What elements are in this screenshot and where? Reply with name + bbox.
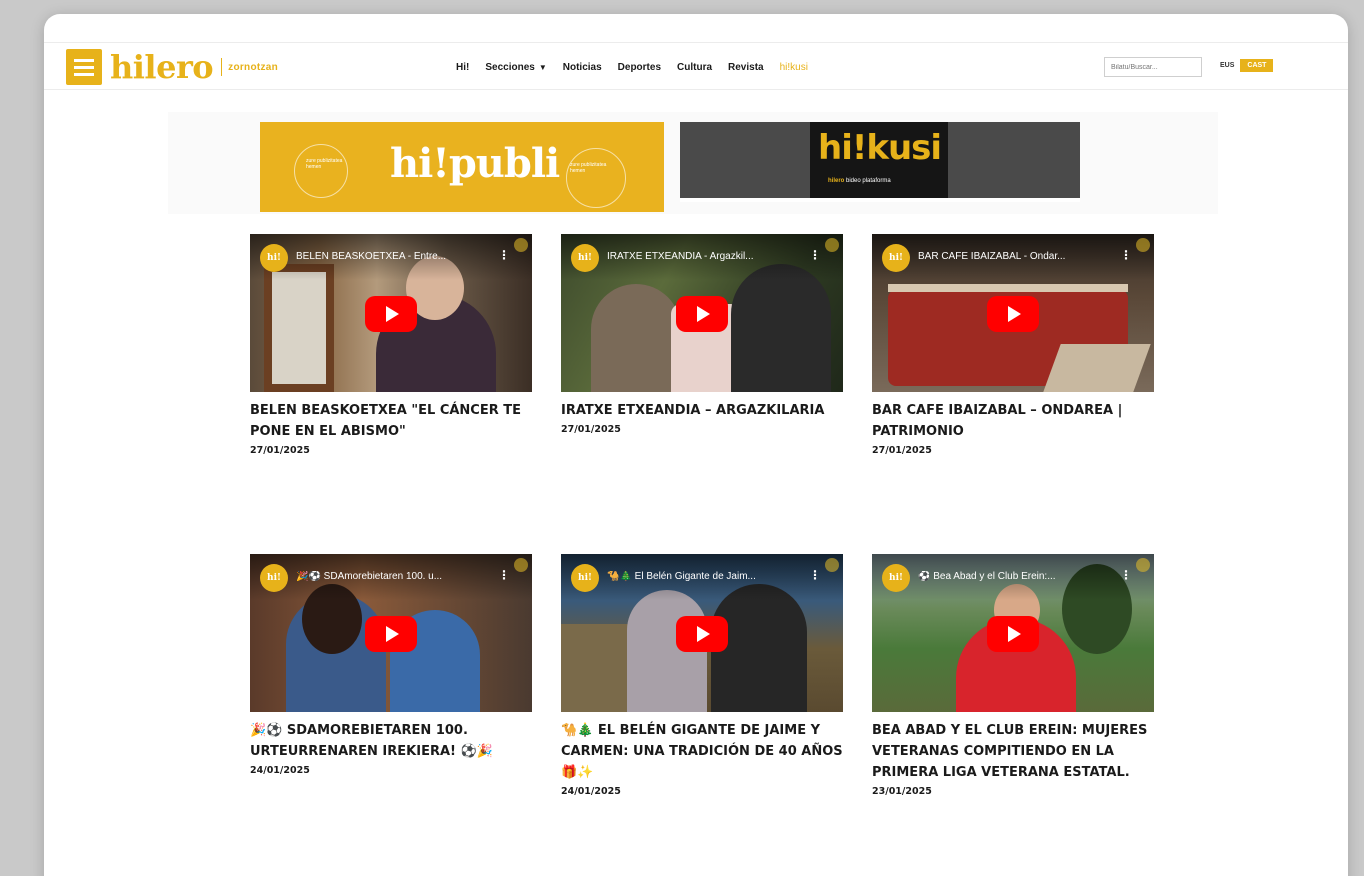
watermark-icon: [514, 558, 528, 572]
video-card: hi! BELEN BEASKOETXEA - Entre... ⋮ BELEN…: [250, 234, 532, 456]
play-button[interactable]: [676, 296, 728, 332]
video-title[interactable]: IRATXE ETXEANDIA - Argazkil...: [607, 251, 797, 262]
hipubli-banner[interactable]: zure publizitatea hemen hi!publi zure pu…: [260, 122, 664, 212]
hikusi-logo-box: hi!kusi hilero bideo plataforma: [810, 122, 948, 202]
video-title[interactable]: BAR CAFE IBAIZABAL - Ondar...: [918, 251, 1108, 262]
video-title[interactable]: BELEN BEASKOETXEA - Entre...: [296, 251, 486, 262]
card-date: 27/01/2025: [561, 424, 621, 435]
window-shape: [264, 264, 334, 392]
logo-subtitle: zornotzan: [228, 61, 279, 73]
card-title[interactable]: IRATXE ETXEANDIA – ARGAZKILARIA: [561, 400, 843, 421]
video-thumbnail[interactable]: hi! BELEN BEASKOETXEA - Entre... ⋮: [250, 234, 532, 392]
caret-down-icon: ▼: [538, 62, 547, 72]
more-options-icon[interactable]: ⋮: [498, 248, 510, 262]
video-thumbnail[interactable]: hi! 🐪🎄 El Belén Gigante de Jaim... ⋮: [561, 554, 843, 712]
card-title[interactable]: 🐪🎄 EL BELÉN GIGANTE DE JAIME Y CARMEN: U…: [561, 720, 843, 783]
browser-frame: hilero zornotzan Hi! Secciones ▼ Noticia…: [44, 14, 1348, 876]
play-button[interactable]: [365, 616, 417, 652]
video-thumbnail[interactable]: hi! ⚽ Bea Abad y el Club Erein:... ⋮: [872, 554, 1154, 712]
watermark-icon: [825, 238, 839, 252]
card-date: 27/01/2025: [872, 445, 932, 456]
site-logo[interactable]: hilero zornotzan: [66, 49, 278, 85]
video-card: hi! 🎉⚽ SDAmorebietaren 100. u... ⋮ 🎉⚽ SD…: [250, 554, 532, 776]
watermark-icon: [1136, 238, 1150, 252]
video-card: hi! 🐪🎄 El Belén Gigante de Jaim... ⋮ 🐪🎄 …: [561, 554, 843, 797]
menu-icon[interactable]: [66, 49, 102, 85]
channel-avatar[interactable]: hi!: [882, 564, 910, 592]
hikusi-banner[interactable]: hi!kusi hilero bideo plataforma: [680, 122, 1080, 202]
more-options-icon[interactable]: ⋮: [1120, 248, 1132, 262]
channel-avatar[interactable]: hi!: [260, 244, 288, 272]
card-date: 27/01/2025: [250, 445, 310, 456]
card-title[interactable]: BELEN BEASKOETXEA "EL CÁNCER TE PONE EN …: [250, 400, 532, 442]
nav-item-secciones[interactable]: Secciones ▼: [485, 62, 546, 73]
play-button[interactable]: [676, 616, 728, 652]
video-thumbnail[interactable]: hi! 🎉⚽ SDAmorebietaren 100. u... ⋮: [250, 554, 532, 712]
nav-item-label: Secciones: [485, 61, 535, 73]
video-title[interactable]: 🐪🎄 El Belén Gigante de Jaim...: [607, 571, 797, 582]
lang-eus-button[interactable]: EUS: [1220, 62, 1234, 69]
nav-item-deportes[interactable]: Deportes: [618, 62, 661, 73]
watermark-icon: [825, 558, 839, 572]
logo-wordmark: hilero: [110, 48, 214, 86]
hikusi-wordmark: hi!kusi: [818, 128, 942, 168]
person-shape: [731, 264, 831, 392]
channel-avatar[interactable]: hi!: [571, 244, 599, 272]
site-header: hilero zornotzan Hi! Secciones ▼ Noticia…: [44, 42, 1348, 90]
play-button[interactable]: [987, 616, 1039, 652]
nav-item-noticias[interactable]: Noticias: [563, 62, 602, 73]
search-input[interactable]: [1104, 57, 1202, 77]
watermark-icon: [1136, 558, 1150, 572]
person-shape: [591, 284, 681, 392]
floor-shape: [1043, 344, 1151, 392]
banner-ring: [294, 144, 348, 198]
nav-item-cultura[interactable]: Cultura: [677, 62, 712, 73]
hikusi-tagline: hilero bideo plataforma: [828, 178, 891, 184]
more-options-icon[interactable]: ⋮: [1120, 568, 1132, 582]
video-thumbnail[interactable]: hi! IRATXE ETXEANDIA - Argazkil... ⋮: [561, 234, 843, 392]
more-options-icon[interactable]: ⋮: [809, 568, 821, 582]
card-title[interactable]: BEA ABAD Y EL CLUB EREIN: MUJERES VETERA…: [872, 720, 1154, 783]
card-date: 24/01/2025: [561, 786, 621, 797]
video-title[interactable]: ⚽ Bea Abad y el Club Erein:...: [918, 571, 1108, 582]
card-title[interactable]: 🎉⚽ SDAMOREBIETAREN 100. URTEURRENAREN IR…: [250, 720, 532, 762]
logo-divider: [221, 58, 223, 76]
video-card: hi! IRATXE ETXEANDIA - Argazkil... ⋮ IRA…: [561, 234, 843, 435]
video-card: hi! ⚽ Bea Abad y el Club Erein:... ⋮ BEA…: [872, 554, 1154, 797]
more-options-icon[interactable]: ⋮: [809, 248, 821, 262]
lang-cast-button[interactable]: CAST: [1240, 59, 1274, 72]
nav-item-hi[interactable]: Hi!: [456, 62, 469, 73]
banner-side-text: zure publizitatea hemen: [570, 162, 607, 174]
card-title[interactable]: BAR CAFE IBAIZABAL – ONDAREA | PATRIMONI…: [872, 400, 1154, 442]
banner-ring: [566, 148, 626, 208]
channel-avatar[interactable]: hi!: [882, 244, 910, 272]
nav-item-revista[interactable]: Revista: [728, 62, 764, 73]
main-nav: Hi! Secciones ▼ Noticias Deportes Cultur…: [456, 43, 808, 91]
nav-item-hikusi[interactable]: hi!kusi: [780, 62, 808, 73]
video-thumbnail[interactable]: hi! BAR CAFE IBAIZABAL - Ondar... ⋮: [872, 234, 1154, 392]
card-date: 23/01/2025: [872, 786, 932, 797]
video-card: hi! BAR CAFE IBAIZABAL - Ondar... ⋮ BAR …: [872, 234, 1154, 456]
hipubli-wordmark: hi!publi: [390, 140, 560, 187]
language-switch: EUS CAST: [1220, 59, 1274, 72]
play-button[interactable]: [365, 296, 417, 332]
counter-top-shape: [888, 284, 1128, 292]
channel-avatar[interactable]: hi!: [260, 564, 288, 592]
banner-side-text: zure publizitatea hemen: [306, 158, 343, 170]
watermark-icon: [514, 238, 528, 252]
more-options-icon[interactable]: ⋮: [498, 568, 510, 582]
banner-progress-bar: [680, 198, 1080, 202]
channel-avatar[interactable]: hi!: [571, 564, 599, 592]
card-date: 24/01/2025: [250, 765, 310, 776]
video-title[interactable]: 🎉⚽ SDAmorebietaren 100. u...: [296, 571, 486, 582]
play-button[interactable]: [987, 296, 1039, 332]
